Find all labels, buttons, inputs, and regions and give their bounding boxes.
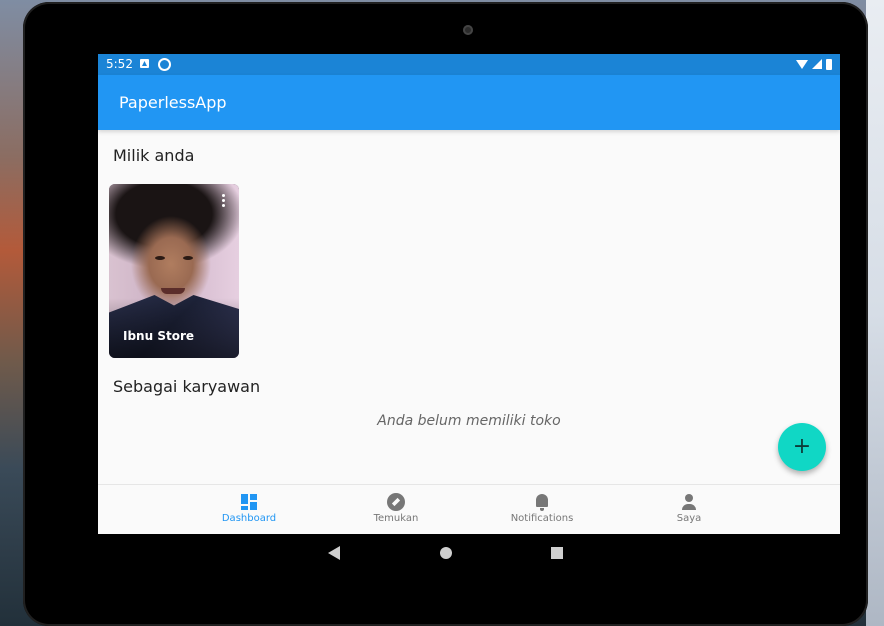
nav-notifications[interactable]: Notifications	[497, 493, 587, 524]
status-time: 5:52	[106, 57, 133, 71]
background-window-edge	[866, 0, 884, 626]
system-navigation	[23, 534, 868, 574]
sync-icon	[158, 58, 171, 71]
nav-dashboard-label: Dashboard	[221, 513, 277, 524]
person-icon	[680, 493, 698, 511]
bell-icon	[533, 493, 551, 511]
tablet-frame: 5:52 PaperlessApp Milik anda Ibnu Store	[23, 2, 868, 626]
nav-temukan-label: Temukan	[373, 513, 419, 524]
camera-icon	[463, 25, 473, 35]
app-screen: 5:52 PaperlessApp Milik anda Ibnu Store	[98, 54, 840, 534]
bottom-navigation: Dashboard Temukan Notifications Saya	[98, 484, 840, 534]
store-card[interactable]: Ibnu Store	[109, 184, 239, 358]
notification-a-icon	[140, 59, 149, 68]
employee-section-title: Sebagai karyawan	[113, 377, 261, 396]
battery-icon	[826, 58, 832, 70]
status-indicators	[796, 57, 832, 71]
nav-saya-label: Saya	[676, 513, 702, 524]
owned-section-title: Milik anda	[113, 146, 195, 165]
nav-temukan[interactable]: Temukan	[351, 493, 441, 524]
add-store-button[interactable]: +	[778, 423, 826, 471]
recent-apps-icon[interactable]	[551, 547, 563, 559]
nav-notifications-label: Notifications	[510, 513, 574, 524]
app-title: PaperlessApp	[119, 93, 227, 112]
compass-icon	[387, 493, 405, 511]
back-icon[interactable]	[328, 546, 340, 560]
dashboard-icon	[240, 493, 258, 511]
home-icon[interactable]	[440, 547, 452, 559]
app-bar: PaperlessApp	[98, 75, 840, 130]
signal-icon	[812, 59, 822, 69]
wifi-icon	[796, 59, 808, 69]
empty-store-message: Anda belum memiliki toko	[377, 413, 561, 429]
store-name: Ibnu Store	[123, 329, 194, 343]
nav-saya[interactable]: Saya	[644, 493, 734, 524]
more-options-icon[interactable]	[222, 194, 226, 208]
status-bar: 5:52	[98, 54, 840, 75]
nav-dashboard[interactable]: Dashboard	[204, 493, 294, 524]
add-icon: +	[792, 434, 812, 459]
